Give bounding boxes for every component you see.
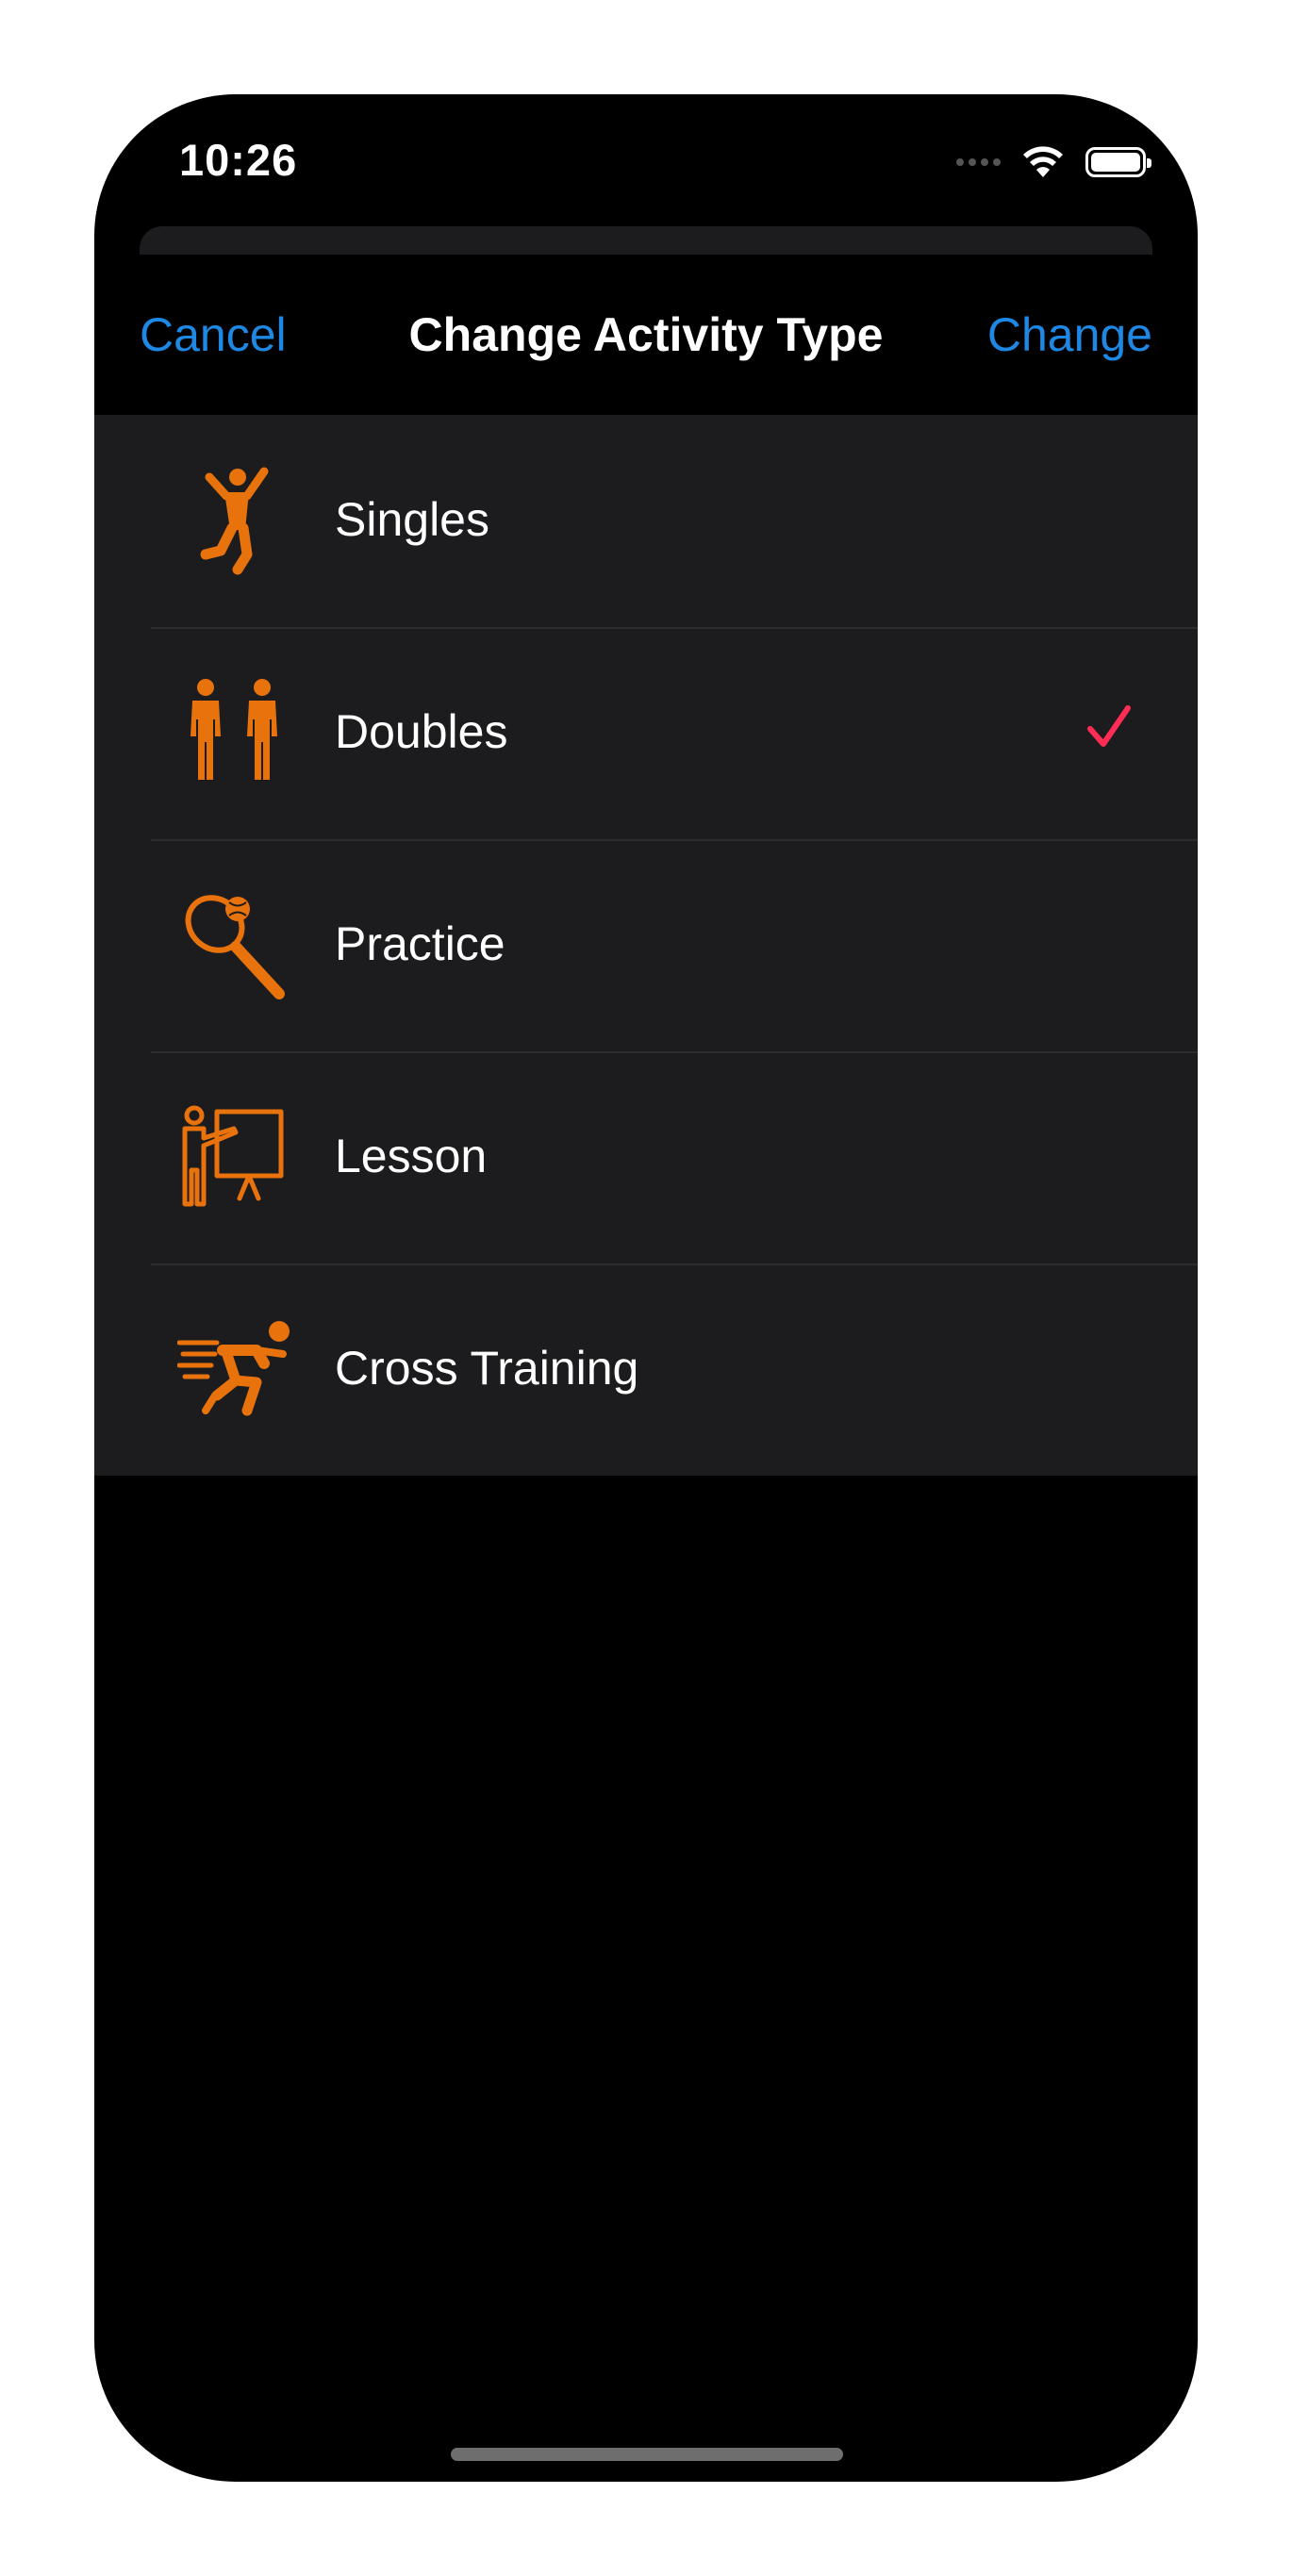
status-icons <box>952 143 1151 181</box>
list-item-label: Doubles <box>335 705 508 758</box>
list-item-cross-training[interactable]: Cross Training <box>94 1263 1198 1476</box>
lesson-presenter-icon <box>177 1100 290 1214</box>
list-item-doubles[interactable]: Doubles <box>94 627 1198 839</box>
home-indicator[interactable] <box>451 2448 843 2461</box>
status-bar: 10:26 <box>94 94 1198 226</box>
battery-icon <box>1085 147 1151 177</box>
navigation-bar: Cancel Change Activity Type Change <box>94 255 1198 415</box>
tennis-racket-icon <box>177 888 290 1001</box>
doubles-players-icon <box>177 676 290 789</box>
list-item-practice[interactable]: Practice <box>94 839 1198 1051</box>
cellular-signal-icon <box>952 158 1001 166</box>
list-item-label: Singles <box>335 493 489 546</box>
wifi-icon <box>1023 146 1063 177</box>
device-screen: 10:26 Cancel Change Activity Type Change <box>94 94 1198 2482</box>
change-button[interactable]: Change <box>987 307 1152 362</box>
sprinter-icon <box>176 1313 290 1426</box>
checkmark-icon <box>1087 705 1131 747</box>
list-item-singles[interactable]: Singles <box>94 415 1198 627</box>
list-item-lesson[interactable]: Lesson <box>94 1051 1198 1263</box>
list-item-label: Practice <box>335 917 505 970</box>
list-item-label: Cross Training <box>335 1342 639 1395</box>
singles-player-icon <box>177 464 290 577</box>
activity-type-list: Singles Doubles Practice Lesson Cross Tr… <box>94 415 1198 1476</box>
list-item-label: Lesson <box>335 1130 488 1182</box>
status-time: 10:26 <box>179 135 298 185</box>
